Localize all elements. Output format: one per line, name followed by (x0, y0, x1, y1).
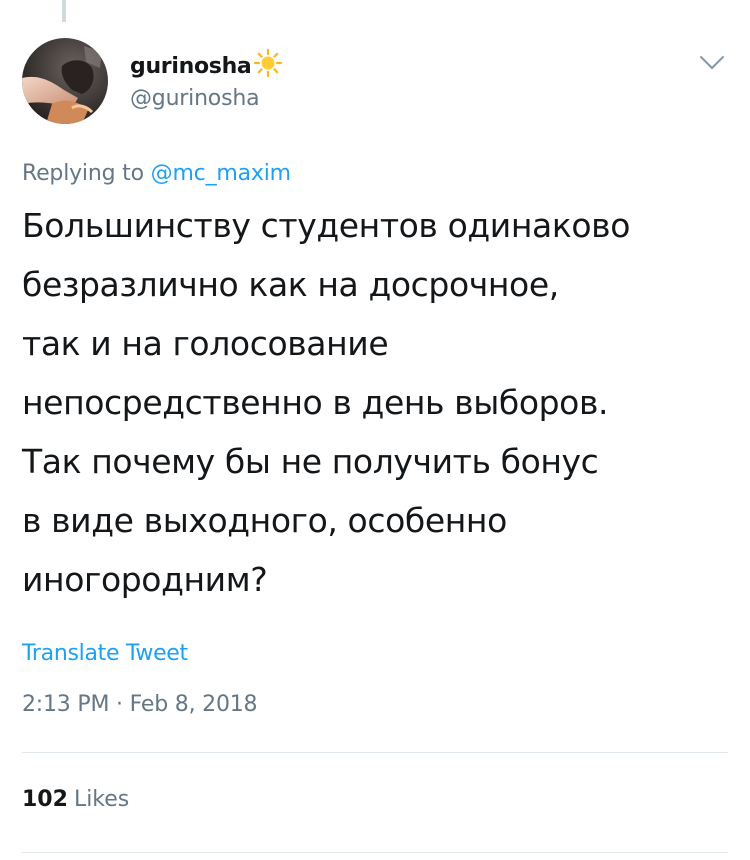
translate-tweet-link[interactable]: Translate Tweet (22, 641, 188, 666)
tweet-text-line: иногородним? (22, 560, 268, 599)
chevron-down-icon[interactable] (698, 50, 726, 74)
user-handle[interactable]: @gurinosha (130, 86, 283, 111)
divider (22, 752, 728, 753)
thread-connector-line (62, 0, 66, 22)
user-names: gurinosha @gurinosha (130, 48, 283, 111)
avatar-photo-icon (22, 38, 108, 124)
likes-label: Likes (73, 787, 130, 812)
likes-count-link[interactable]: 102 Likes (22, 787, 129, 812)
tweet-timestamp[interactable]: 2:13 PM · Feb 8, 2018 (22, 692, 258, 717)
tweet-text-line: Так почему бы не получить бонус (22, 442, 599, 481)
reply-prefix: Replying to (22, 161, 144, 186)
tweet-text-line: непосредственно в день выборов. (22, 383, 609, 422)
display-name[interactable]: gurinosha (130, 54, 252, 79)
tweet-text-line: безразлично как на досрочное, (22, 265, 559, 304)
reply-context: Replying to @mc_maxim (22, 161, 291, 186)
tweet-text: Большинству студентов одинаково безразли… (22, 196, 738, 609)
tweet-text-line: Большинству студентов одинаково (22, 206, 630, 245)
likes-count: 102 (22, 787, 68, 812)
tweet-text-line: так и на голосование (22, 324, 389, 363)
divider (22, 852, 728, 853)
reply-mention-link[interactable]: @mc_maxim (151, 161, 291, 186)
tweet-text-line: в виде выходного, особенно (22, 501, 507, 540)
tweet-header: gurinosha @gurinosha (22, 38, 730, 128)
display-name-row: gurinosha (130, 48, 283, 82)
sun-icon (253, 48, 283, 78)
avatar[interactable] (22, 38, 108, 124)
